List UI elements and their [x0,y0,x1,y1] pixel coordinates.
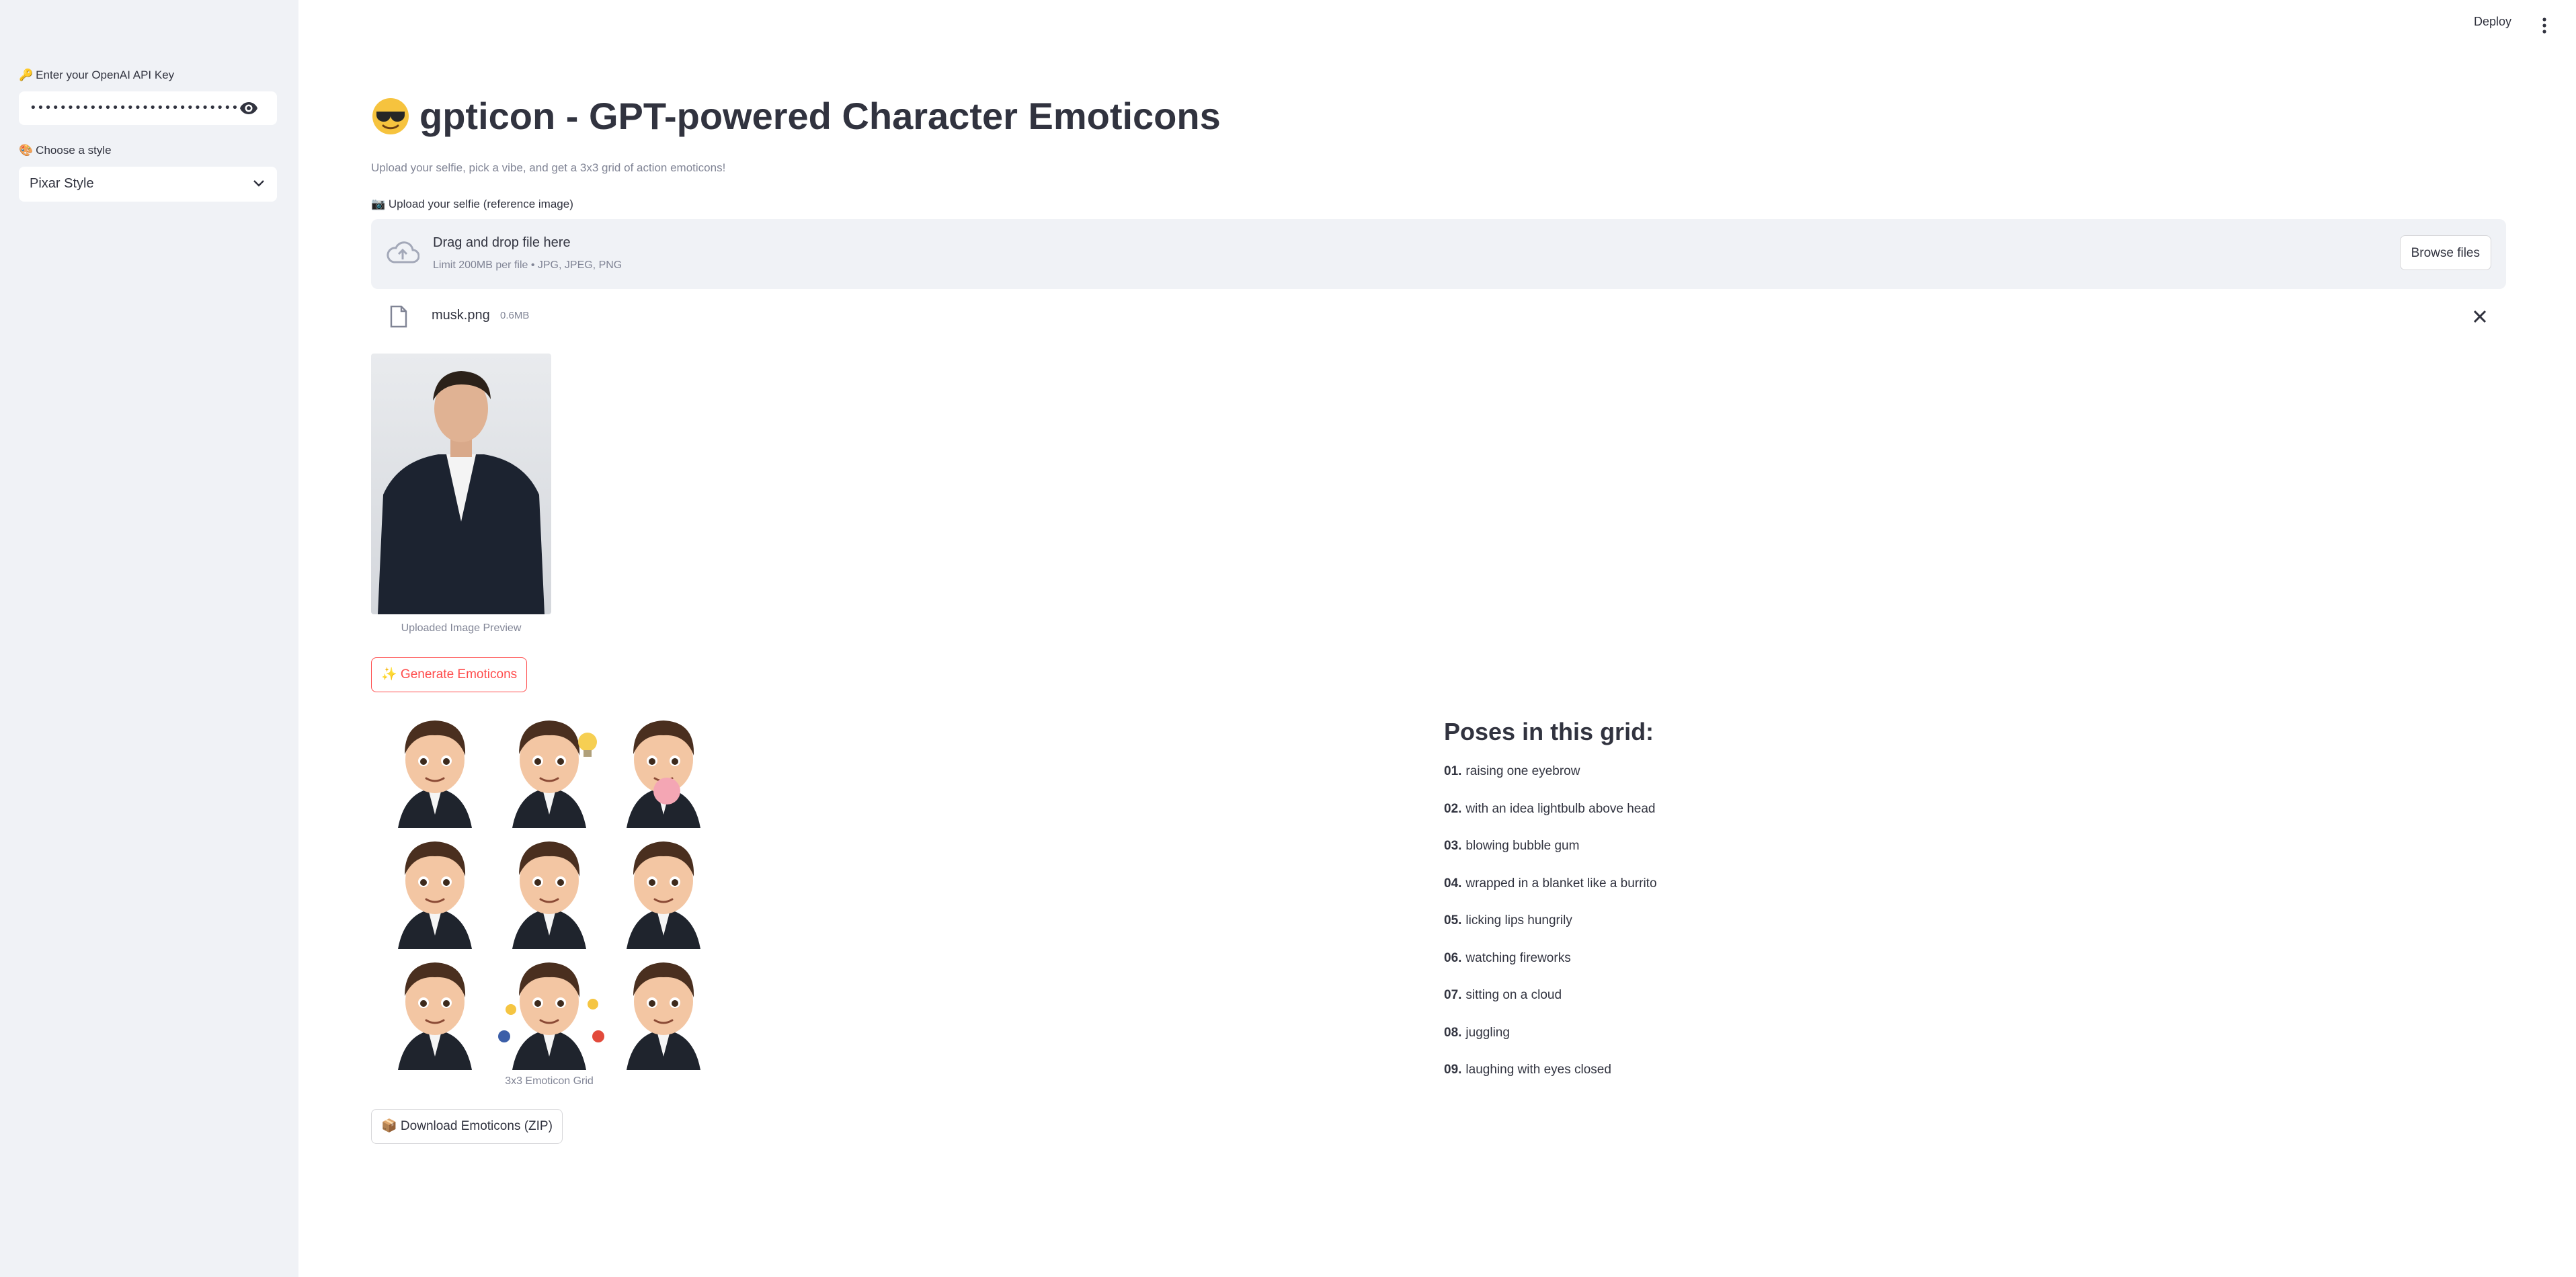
pose-item: 04. wrapped in a blanket like a burrito [1444,876,1657,891]
page-title-text: gpticon - GPT-powered Character Emoticon… [419,95,1221,137]
file-name: musk.png [432,308,490,323]
emoticon-grid-image [378,707,721,1070]
chevron-down-icon [253,180,264,187]
api-key-label: 🔑 Enter your OpenAI API Key [19,69,175,81]
pose-item: 05. licking lips hungrily [1444,913,1572,928]
pose-item: 07. sitting on a cloud [1444,988,1562,1002]
generate-emoticons-button[interactable]: ✨ Generate Emoticons [371,657,528,692]
subtitle: Upload your selfie, pick a vibe, and get… [371,161,726,174]
sidebar: 🔑 Enter your OpenAI API Key •••••••••••••… [0,0,298,1277]
browse-files-button[interactable]: Browse files [2399,235,2491,270]
dropzone-limit: Limit 200MB per file • JPG, JPEG, PNG [433,259,622,271]
page-title: gpticon - GPT-powered Character Emoticon… [371,94,1221,138]
more-menu-icon[interactable] [2541,16,2548,35]
poses-title: Poses in this grid: [1444,718,1654,745]
pose-item: 08. juggling [1444,1026,1510,1040]
preview-caption: Uploaded Image Preview [401,622,522,634]
api-key-field[interactable]: ••••••••••••••••••••••••••••••••••••••••… [19,91,277,125]
style-label: 🎨 Choose a style [19,144,112,157]
pose-item: 03. blowing bubble gum [1444,839,1580,853]
pose-item: 06. watching fireworks [1444,951,1571,965]
pose-item: 01. raising one eyebrow [1444,764,1580,778]
download-zip-button[interactable]: 📦 Download Emoticons (ZIP) [371,1109,563,1144]
api-key-value[interactable]: ••••••••••••••••••••••••••••••••••••••••… [30,99,246,117]
file-size: 0.6MB [500,310,530,321]
style-select[interactable]: Pixar Style [19,167,277,202]
style-select-value: Pixar Style [30,176,94,191]
cloud-upload-icon [387,241,419,263]
deploy-button[interactable]: Deploy [2474,15,2511,29]
sunglasses-emoji-icon [372,97,409,134]
file-dropzone[interactable]: Drag and drop file here Limit 200MB per … [371,219,2506,289]
eye-icon[interactable] [239,101,258,116]
pose-item: 02. with an idea lightbulb above head [1444,802,1656,816]
pose-item: 09. laughing with eyes closed [1444,1063,1611,1077]
file-icon [390,305,407,328]
palette-icon: 🎨 [19,144,34,157]
upload-label: 📷 Upload your selfie (reference image) [371,198,573,210]
grid-caption: 3x3 Emoticon Grid [505,1075,594,1087]
uploaded-file-row: musk.png 0.6MB [371,296,2506,336]
uploaded-image-preview [371,354,551,614]
close-icon[interactable] [2472,309,2487,324]
dropzone-title: Drag and drop file here [433,235,571,250]
key-icon: 🔑 [19,69,34,81]
